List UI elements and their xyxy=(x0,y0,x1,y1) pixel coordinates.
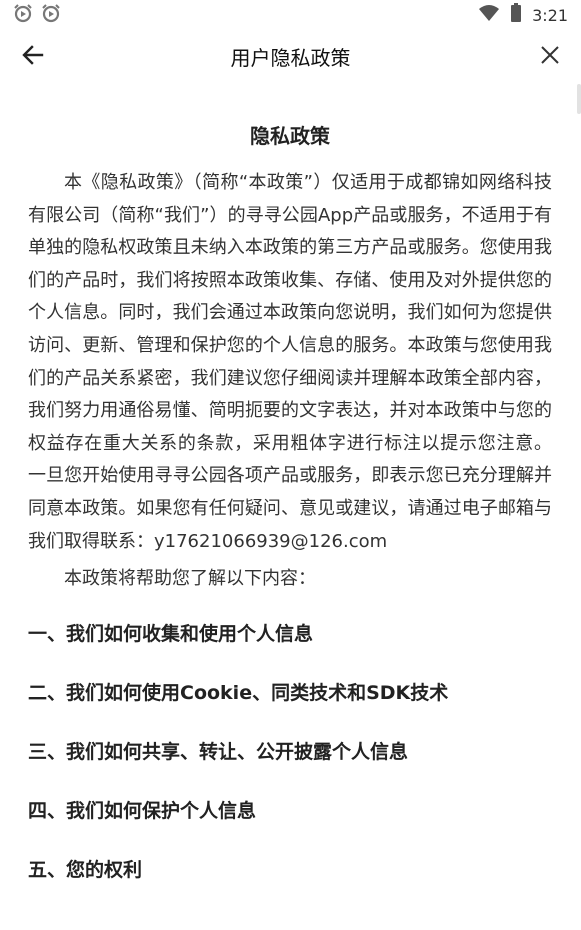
policy-content[interactable]: 隐私政策 本《隐私政策》（简称“本政策”）仅适用于成都锦如网络科技有限公司（简称… xyxy=(28,84,552,883)
section-heading[interactable]: 四、我们如何保护个人信息 xyxy=(28,798,552,824)
section-heading[interactable]: 一、我们如何收集和使用个人信息 xyxy=(28,621,552,647)
app-bar: 用户隐私政策 xyxy=(0,30,581,82)
alarm-icon xyxy=(13,3,33,27)
section-heading[interactable]: 五、您的权利 xyxy=(28,857,552,883)
section-list: 一、我们如何收集和使用个人信息 二、我们如何使用Cookie、同类技术和SDK技… xyxy=(28,621,552,883)
status-system-icons: 3:21 xyxy=(478,3,568,27)
page-title: 用户隐私政策 xyxy=(230,45,351,70)
contents-intro: 本政策将帮助您了解以下内容： xyxy=(64,568,316,590)
back-button[interactable] xyxy=(18,42,48,72)
arrow-left-icon xyxy=(21,43,45,71)
wifi-icon xyxy=(478,4,500,26)
section-heading[interactable]: 二、我们如何使用Cookie、同类技术和SDK技术 xyxy=(28,680,552,706)
document-title: 隐私政策 xyxy=(250,124,330,148)
status-bar: 3:21 xyxy=(0,0,581,30)
section-heading[interactable]: 三、我们如何共享、转让、公开披露个人信息 xyxy=(28,739,552,765)
close-button[interactable] xyxy=(535,42,565,72)
scrollbar-thumb[interactable] xyxy=(577,84,581,114)
battery-icon xyxy=(510,3,522,27)
alarm-icon xyxy=(41,3,61,27)
status-time: 3:21 xyxy=(532,5,568,25)
status-notification-icons xyxy=(13,3,61,27)
policy-paragraph: 本《隐私政策》（简称“本政策”）仅适用于成都锦如网络科技有限公司（简称“我们”）… xyxy=(28,172,552,552)
close-icon xyxy=(540,45,560,69)
